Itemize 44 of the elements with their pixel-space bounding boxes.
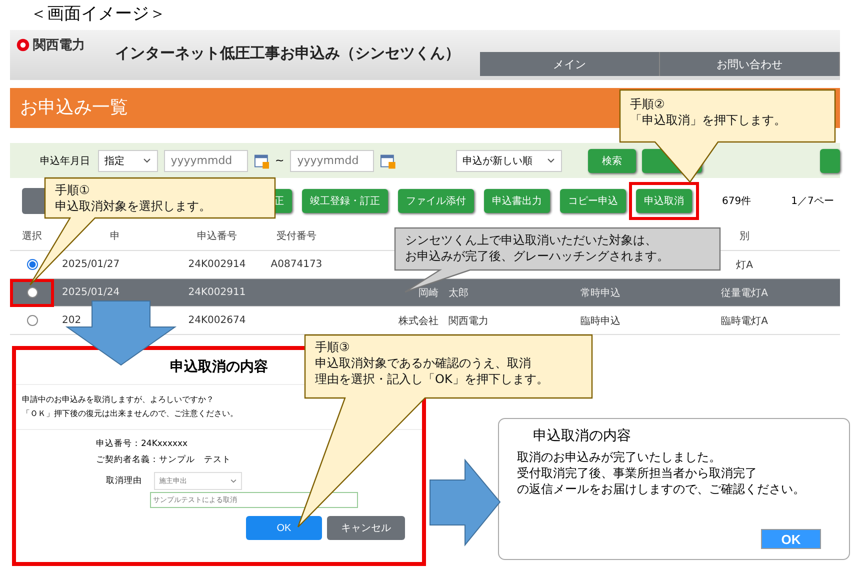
application-number: 申込番号：24Kxxxxxx: [96, 438, 189, 451]
column-header: 受付番号: [276, 231, 316, 242]
callout-text: 手順③: [315, 339, 351, 355]
dialog-message: 受付取消完了後、事業所担当者から取消完了: [517, 465, 758, 481]
result-count: 679件: [722, 195, 752, 208]
column-header: 選択: [22, 231, 42, 242]
app-title: インターネット低圧工事お申込み（シンセツくん）: [115, 44, 460, 63]
callout-text: 理由を選択・記入し「OK」を押下します。: [315, 371, 548, 387]
column-header: 申込番号: [197, 231, 237, 242]
caption: ＜画面イメージ＞: [29, 3, 167, 26]
table-cell: 株式会社 関西電力: [398, 316, 488, 326]
brand-name: 関西電力: [33, 37, 85, 54]
table-cell: 24K002911: [188, 287, 246, 298]
table-cell: 24K002914: [188, 259, 246, 270]
table-cell: 2025/01/24: [62, 287, 120, 298]
table-cell: 常時申込: [580, 288, 620, 298]
column-header: 別: [740, 231, 750, 242]
dialog-message: 取消のお申込みが完了いたしました。: [517, 449, 722, 465]
dialog-message: の返信メールをお届けしますので、ご確認ください。: [517, 481, 806, 497]
table-cell: 202: [62, 315, 82, 326]
page-indicator: 1／7ペー: [791, 195, 834, 208]
table-cell: 臨時申込: [580, 316, 620, 326]
contract-holder: ご契約者名義：サンプル テスト: [96, 454, 232, 467]
callout-text: シンセツくん上で申込取消いただいた対象は、: [405, 232, 658, 248]
dialog-message: 「ＯＫ」押下後の復元は出来ませんので、ご注意ください。: [22, 408, 239, 420]
reason-label: 取消理由: [105, 475, 142, 487]
table-cell: A0874173: [270, 259, 322, 270]
date-label: 申込年月日: [40, 154, 91, 168]
range-separator: ~: [275, 154, 284, 167]
table-cell: 従量電灯A: [721, 288, 768, 298]
table-cell: 臨時電灯A: [721, 316, 768, 326]
callout-text: 申込取消対象を選択します。: [55, 198, 211, 214]
dialog-message: 申請中のお申込みを取消しますが、よろしいですか？: [22, 394, 215, 406]
dialog-title: 申込取消の内容: [532, 427, 632, 446]
callout-text: お申込みが完了後、グレーハッチングされます。: [405, 248, 669, 264]
table-cell: 2025/01/27: [62, 259, 120, 270]
table-cell: 24K002674: [188, 315, 246, 326]
callout-text: 手順①: [55, 182, 91, 198]
table-cell: 灯A: [736, 260, 753, 270]
callout-text: 「申込取消」を押下します。: [630, 112, 786, 128]
table-cell: 岡崎 太郎: [418, 288, 468, 298]
callout-text: 申込取消対象であるか確認のうえ、取消: [315, 355, 532, 371]
callout-text: 手順②: [630, 96, 666, 112]
column-header: 申: [110, 231, 120, 242]
